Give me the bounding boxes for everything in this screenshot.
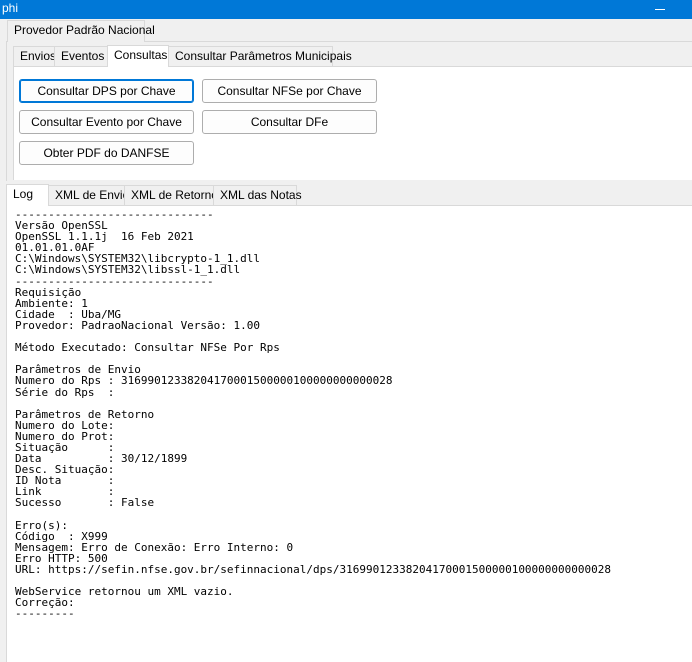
consultar-nfse-button[interactable]: Consultar NFSe por Chave bbox=[202, 79, 377, 103]
consultar-dfe-button[interactable]: Consultar DFe bbox=[202, 110, 377, 134]
tab-consultar-parametros-municipais[interactable]: Consultar Parâmetros Municipais bbox=[168, 46, 352, 67]
minimize-button[interactable] bbox=[650, 0, 670, 19]
obter-pdf-button[interactable]: Obter PDF do DANFSE bbox=[19, 141, 194, 165]
log-line: URL: https://sefin.nfse.gov.br/sefinnaci… bbox=[15, 563, 612, 576]
tab-envios[interactable]: Envios bbox=[13, 46, 56, 67]
minimize-icon bbox=[655, 9, 665, 10]
tab-xml-notas[interactable]: XML das Notas bbox=[213, 185, 302, 206]
section-tabs: Envios Eventos Consultas Consultar Parâm… bbox=[13, 45, 692, 67]
log-line: --------- bbox=[15, 607, 75, 621]
tab-log[interactable]: Log bbox=[6, 184, 49, 206]
log-line: Série do Rps : bbox=[15, 385, 115, 399]
tab-eventos[interactable]: Eventos bbox=[54, 46, 108, 67]
tab-xml-retorno[interactable]: XML de Retorno bbox=[124, 185, 218, 206]
log-line: Provedor: PadraoNacional Versão: 1.00 bbox=[15, 318, 261, 332]
window-title: phi bbox=[2, 1, 19, 15]
tab-provedor-padrao-nacional[interactable]: Provedor Padrão Nacional bbox=[7, 20, 155, 42]
tab-consultas[interactable]: Consultas bbox=[107, 45, 169, 67]
log-line: Sucesso : False bbox=[15, 496, 155, 510]
title-bar: phi bbox=[0, 0, 692, 19]
log-tabs: Log XML de Envio XML de Retorno XML das … bbox=[6, 184, 692, 206]
provider-tabs: Provedor Padrão Nacional bbox=[0, 19, 692, 42]
log-memo[interactable]: ------------------------------ Versão Op… bbox=[6, 205, 692, 662]
consultar-dps-button[interactable]: Consultar DPS por Chave bbox=[19, 79, 194, 103]
tab-xml-envio[interactable]: XML de Envio bbox=[48, 185, 129, 206]
consultar-evento-button[interactable]: Consultar Evento por Chave bbox=[19, 110, 194, 134]
log-line: Método Executado: Consultar NFSe Por Rps bbox=[15, 341, 280, 355]
log-text: ------------------------------ Versão Op… bbox=[15, 209, 611, 619]
